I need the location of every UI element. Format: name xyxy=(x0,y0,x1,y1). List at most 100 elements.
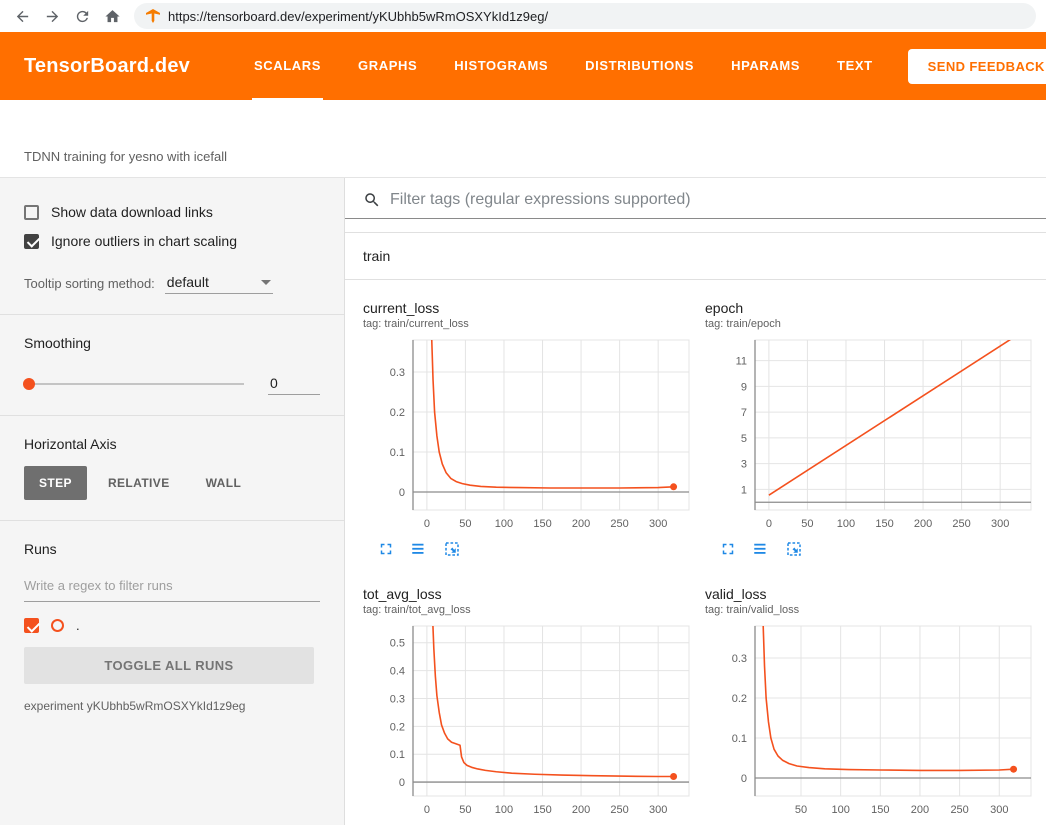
tooltip-sorting-label: Tooltip sorting method: xyxy=(24,276,155,294)
svg-text:0: 0 xyxy=(424,518,430,530)
svg-text:3: 3 xyxy=(741,459,747,471)
browser-toolbar: https://tensorboard.dev/experiment/yKUbh… xyxy=(0,0,1046,32)
svg-text:50: 50 xyxy=(801,518,813,530)
svg-text:0: 0 xyxy=(741,773,747,785)
tab-graphs[interactable]: GRAPHS xyxy=(356,32,419,100)
log-scale-icon[interactable] xyxy=(752,540,770,558)
experiment-title-bar: TDNN training for yesno with icefall xyxy=(0,100,1046,178)
expand-chart-icon[interactable] xyxy=(377,540,395,558)
tag-filter-input[interactable] xyxy=(390,191,1028,209)
svg-text:9: 9 xyxy=(741,381,747,393)
charts-grid: current_loss tag: train/current_loss 050… xyxy=(345,280,1046,825)
chart-plot[interactable]: 05010015020025030000.10.20.3 xyxy=(363,336,695,534)
svg-text:100: 100 xyxy=(495,518,513,530)
tag-filter-field xyxy=(345,178,1046,219)
home-icon[interactable] xyxy=(100,4,124,28)
chart-tag: tag: train/valid_loss xyxy=(705,604,1040,616)
svg-text:0.1: 0.1 xyxy=(732,733,747,745)
axis-step-button[interactable]: STEP xyxy=(24,466,87,500)
chart-toolbar xyxy=(705,540,1040,558)
svg-text:250: 250 xyxy=(952,518,970,530)
svg-text:200: 200 xyxy=(914,518,932,530)
svg-text:300: 300 xyxy=(649,518,667,530)
tab-scalars[interactable]: SCALARS xyxy=(252,32,323,100)
svg-text:150: 150 xyxy=(533,804,551,816)
runs-label: Runs xyxy=(24,541,320,557)
svg-text:0: 0 xyxy=(399,487,405,499)
back-icon[interactable] xyxy=(10,4,34,28)
svg-text:0.3: 0.3 xyxy=(732,653,747,665)
svg-text:0.2: 0.2 xyxy=(732,693,747,705)
send-feedback-button[interactable]: SEND FEEDBACK xyxy=(908,49,1046,84)
svg-text:0.3: 0.3 xyxy=(390,693,405,705)
svg-text:200: 200 xyxy=(911,804,929,816)
tooltip-sorting-select[interactable]: default xyxy=(165,272,273,294)
reload-icon[interactable] xyxy=(70,4,94,28)
run-isolate-radio[interactable] xyxy=(51,619,64,632)
svg-text:1: 1 xyxy=(741,484,747,496)
svg-text:200: 200 xyxy=(572,518,590,530)
search-icon xyxy=(363,191,381,209)
smoothing-value-field[interactable]: 0 xyxy=(268,373,320,395)
divider xyxy=(0,520,344,521)
runs-filter-input[interactable] xyxy=(24,578,320,593)
scalar-chart-card-valid-loss: valid_loss tag: train/valid_loss 5010015… xyxy=(705,586,1040,825)
scalar-chart-card-tot-avg-loss: tot_avg_loss tag: train/tot_avg_loss 050… xyxy=(363,586,698,825)
chart-tag: tag: train/epoch xyxy=(705,318,1040,330)
show-download-links-checkbox[interactable]: Show data download links xyxy=(24,204,320,220)
run-row: . xyxy=(24,618,320,633)
expand-chart-icon[interactable] xyxy=(719,540,737,558)
scalar-chart-card-epoch: epoch tag: train/epoch 05010015020025030… xyxy=(705,300,1040,558)
divider xyxy=(0,314,344,315)
address-bar[interactable]: https://tensorboard.dev/experiment/yKUbh… xyxy=(134,3,1036,29)
svg-text:300: 300 xyxy=(649,804,667,816)
slider-thumb[interactable] xyxy=(23,378,35,390)
svg-text:11: 11 xyxy=(736,356,747,368)
svg-text:0.5: 0.5 xyxy=(390,638,405,650)
svg-text:7: 7 xyxy=(741,407,747,419)
settings-sidebar: Show data download links Ignore outliers… xyxy=(0,178,345,825)
chart-plot[interactable]: 0501001502002503001357911 xyxy=(705,336,1037,534)
svg-text:300: 300 xyxy=(990,804,1008,816)
experiment-title: TDNN training for yesno with icefall xyxy=(24,149,227,164)
svg-text:50: 50 xyxy=(795,804,807,816)
forward-icon[interactable] xyxy=(40,4,64,28)
chart-title: epoch xyxy=(705,300,1040,316)
checkbox-icon[interactable] xyxy=(24,205,39,220)
chart-plot[interactable]: 5010015020025030000.10.20.3 xyxy=(705,622,1037,820)
svg-text:150: 150 xyxy=(875,518,893,530)
run-checkbox[interactable] xyxy=(24,618,39,633)
chart-plot[interactable]: 05010015020025030000.10.20.30.40.5 xyxy=(363,622,695,820)
svg-text:50: 50 xyxy=(459,804,471,816)
svg-text:50: 50 xyxy=(459,518,471,530)
svg-text:100: 100 xyxy=(495,804,513,816)
toggle-all-runs-button[interactable]: TOGGLE ALL RUNS xyxy=(24,647,314,684)
log-scale-icon[interactable] xyxy=(410,540,428,558)
checkbox-checked-icon[interactable] xyxy=(24,234,39,249)
tag-group-header[interactable]: train xyxy=(345,233,1046,280)
fit-domain-icon[interactable] xyxy=(785,540,803,558)
fit-domain-icon[interactable] xyxy=(443,540,461,558)
svg-text:0: 0 xyxy=(399,777,405,789)
axis-relative-button[interactable]: RELATIVE xyxy=(93,466,185,500)
show-download-links-label: Show data download links xyxy=(51,204,213,220)
tab-histograms[interactable]: HISTOGRAMS xyxy=(452,32,550,100)
scalar-chart-card-current-loss: current_loss tag: train/current_loss 050… xyxy=(363,300,698,558)
svg-text:150: 150 xyxy=(533,518,551,530)
url-text: https://tensorboard.dev/experiment/yKUbh… xyxy=(168,9,548,24)
tab-distributions[interactable]: DISTRIBUTIONS xyxy=(583,32,696,100)
svg-text:100: 100 xyxy=(837,518,855,530)
ignore-outliers-checkbox[interactable]: Ignore outliers in chart scaling xyxy=(24,233,320,249)
svg-text:250: 250 xyxy=(610,518,628,530)
chart-tag: tag: train/current_loss xyxy=(363,318,698,330)
svg-text:5: 5 xyxy=(741,433,747,445)
svg-text:0.2: 0.2 xyxy=(390,721,405,733)
svg-text:0.1: 0.1 xyxy=(390,749,405,761)
horizontal-axis-label: Horizontal Axis xyxy=(24,436,320,452)
tab-hparams[interactable]: HPARAMS xyxy=(729,32,802,100)
axis-wall-button[interactable]: WALL xyxy=(191,466,257,500)
smoothing-slider[interactable] xyxy=(24,383,244,385)
tab-text[interactable]: TEXT xyxy=(835,32,875,100)
divider xyxy=(0,415,344,416)
run-name: . xyxy=(76,618,80,633)
